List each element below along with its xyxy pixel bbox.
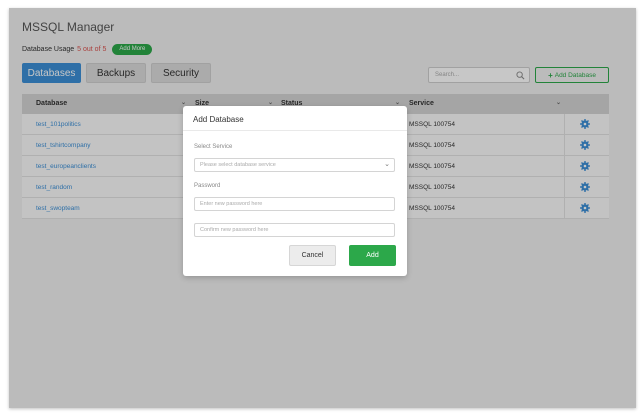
password-placeholder: Enter new password here bbox=[200, 201, 263, 207]
password-input[interactable]: Enter new password here bbox=[194, 197, 395, 211]
chevron-down-icon: ⌄ bbox=[384, 161, 390, 168]
select-service-label: Select Service bbox=[194, 144, 233, 150]
app-window: MSSQL Manager Database Usage 5 out of 5 … bbox=[9, 8, 636, 408]
page: MSSQL Manager Database Usage 5 out of 5 … bbox=[9, 8, 636, 408]
dialog-divider bbox=[183, 130, 407, 131]
password-label: Password bbox=[194, 183, 221, 189]
add-database-dialog: Add Database Select Service Please selec… bbox=[183, 106, 407, 276]
dialog-title: Add Database bbox=[193, 115, 244, 124]
service-select[interactable]: Please select database service ⌄ bbox=[194, 158, 395, 172]
service-select-placeholder: Please select database service bbox=[200, 162, 276, 168]
confirm-password-placeholder: Confirm new password here bbox=[200, 227, 269, 233]
cancel-button[interactable]: Cancel bbox=[289, 245, 336, 266]
add-button[interactable]: Add bbox=[349, 245, 396, 266]
confirm-password-input[interactable]: Confirm new password here bbox=[194, 223, 395, 237]
